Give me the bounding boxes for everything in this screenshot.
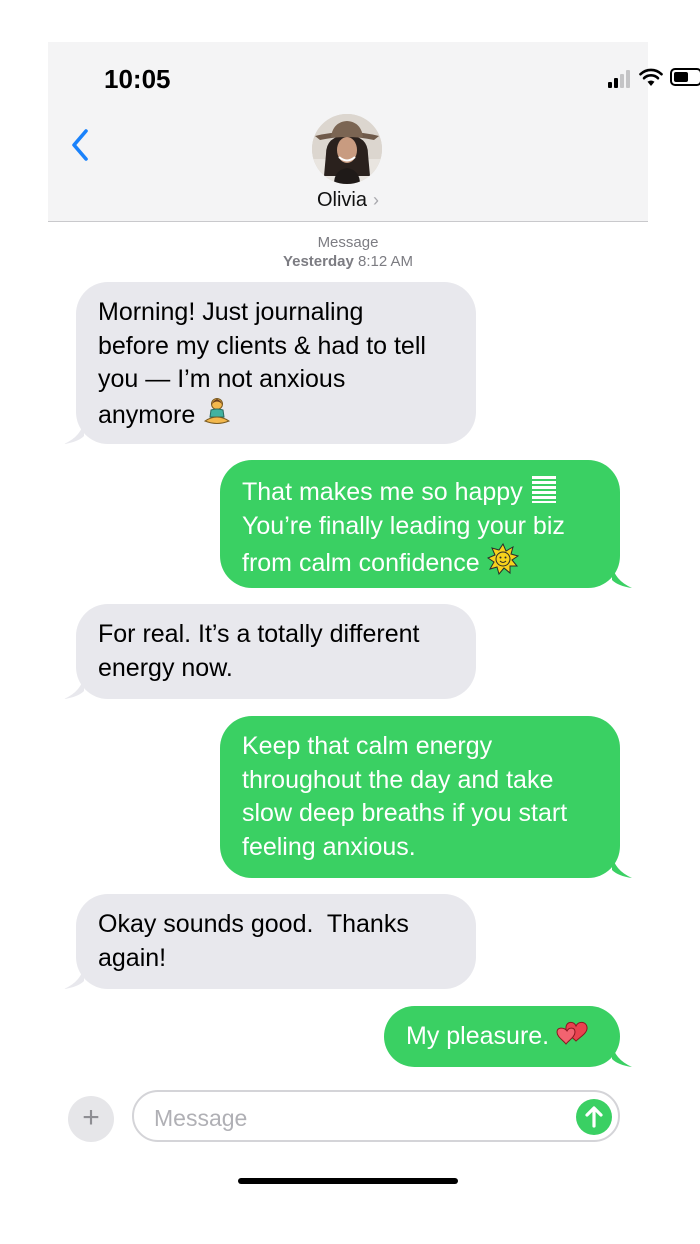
message-line: My pleasure. [406, 1022, 550, 1050]
chevron-left-icon [72, 129, 88, 161]
raising-hands-icon [531, 476, 556, 503]
message-line: slow deep breaths if you start [242, 799, 568, 827]
thread-timestamp: Yesterday 8:12 AM [48, 252, 648, 271]
arrow-up-icon [585, 1106, 603, 1128]
message-line: energy now. [98, 653, 233, 682]
message-line: feeling anxious. [242, 832, 416, 861]
bubble-tail [64, 965, 84, 989]
message-composer: + [48, 1090, 648, 1148]
back-button[interactable] [66, 126, 96, 166]
contact-name-label: Olivia [316, 189, 367, 211]
message-line: throughout the day and take [242, 765, 554, 794]
message-line: before my clients & had to tell [98, 331, 426, 360]
message-bubble-incoming[interactable]: Okay sounds good. Thanks again! [64, 894, 476, 989]
message-line: Morning! Just journaling [98, 298, 364, 326]
message-bubble-incoming[interactable]: For real. It’s a totally different energ… [64, 604, 476, 699]
bubble-tail [64, 420, 84, 444]
message-line: For real. It’s a totally different [98, 620, 420, 648]
bubble-tail [612, 854, 632, 878]
sun-icon [486, 543, 519, 575]
send-button[interactable] [576, 1099, 612, 1135]
bubble-tail [612, 1043, 632, 1067]
status-time: 10:05 [104, 64, 171, 94]
contact-name[interactable]: Olivia › [48, 189, 648, 212]
message-bubble-incoming[interactable]: Morning! Just journaling before my clien… [64, 282, 476, 444]
message-field[interactable] [132, 1090, 620, 1142]
battery-icon [670, 68, 700, 86]
two-hearts-icon [556, 1021, 588, 1045]
message-line: You’re finally leading your biz [242, 511, 565, 540]
bubble-tail [64, 675, 84, 699]
home-indicator[interactable] [238, 1178, 458, 1184]
message-line: from calm confidence [242, 549, 480, 577]
message-line: anymore [98, 400, 196, 429]
chevron-right-icon: › [373, 190, 379, 210]
message-bubble-outgoing[interactable]: Keep that calm energy throughout the day… [220, 716, 632, 878]
bubble-tail [612, 564, 632, 588]
contact-photo [312, 114, 382, 184]
conversation-header: 10:05 Olivia › [48, 42, 700, 222]
message-line: you — I’m not anxious [98, 365, 346, 393]
message-bubble-outgoing[interactable]: My pleasure. [384, 1006, 632, 1067]
message-line: Keep that calm energy [242, 732, 493, 760]
contact-avatar[interactable] [312, 114, 382, 184]
message-line: Okay sounds good. Thanks [98, 910, 409, 938]
timestamp-day: Yesterday [282, 253, 354, 270]
timestamp-time: 8:12 AM [358, 253, 414, 270]
message-line: That makes me so happy [242, 478, 523, 506]
message-bubble-outgoing[interactable]: That makes me so happy You’re finally le… [220, 460, 632, 588]
messages-screen: 10:05 Olivia › Message Yesterday 8:12 AM… [48, 42, 700, 1202]
message-line: again! [98, 943, 167, 972]
wifi-icon [639, 68, 663, 86]
message-input[interactable] [152, 1100, 556, 1136]
meditating-woman-icon [204, 397, 231, 424]
signal-icon [608, 68, 634, 88]
add-attachment-button[interactable]: + [68, 1096, 114, 1142]
thread-service-label: Message [317, 234, 379, 251]
